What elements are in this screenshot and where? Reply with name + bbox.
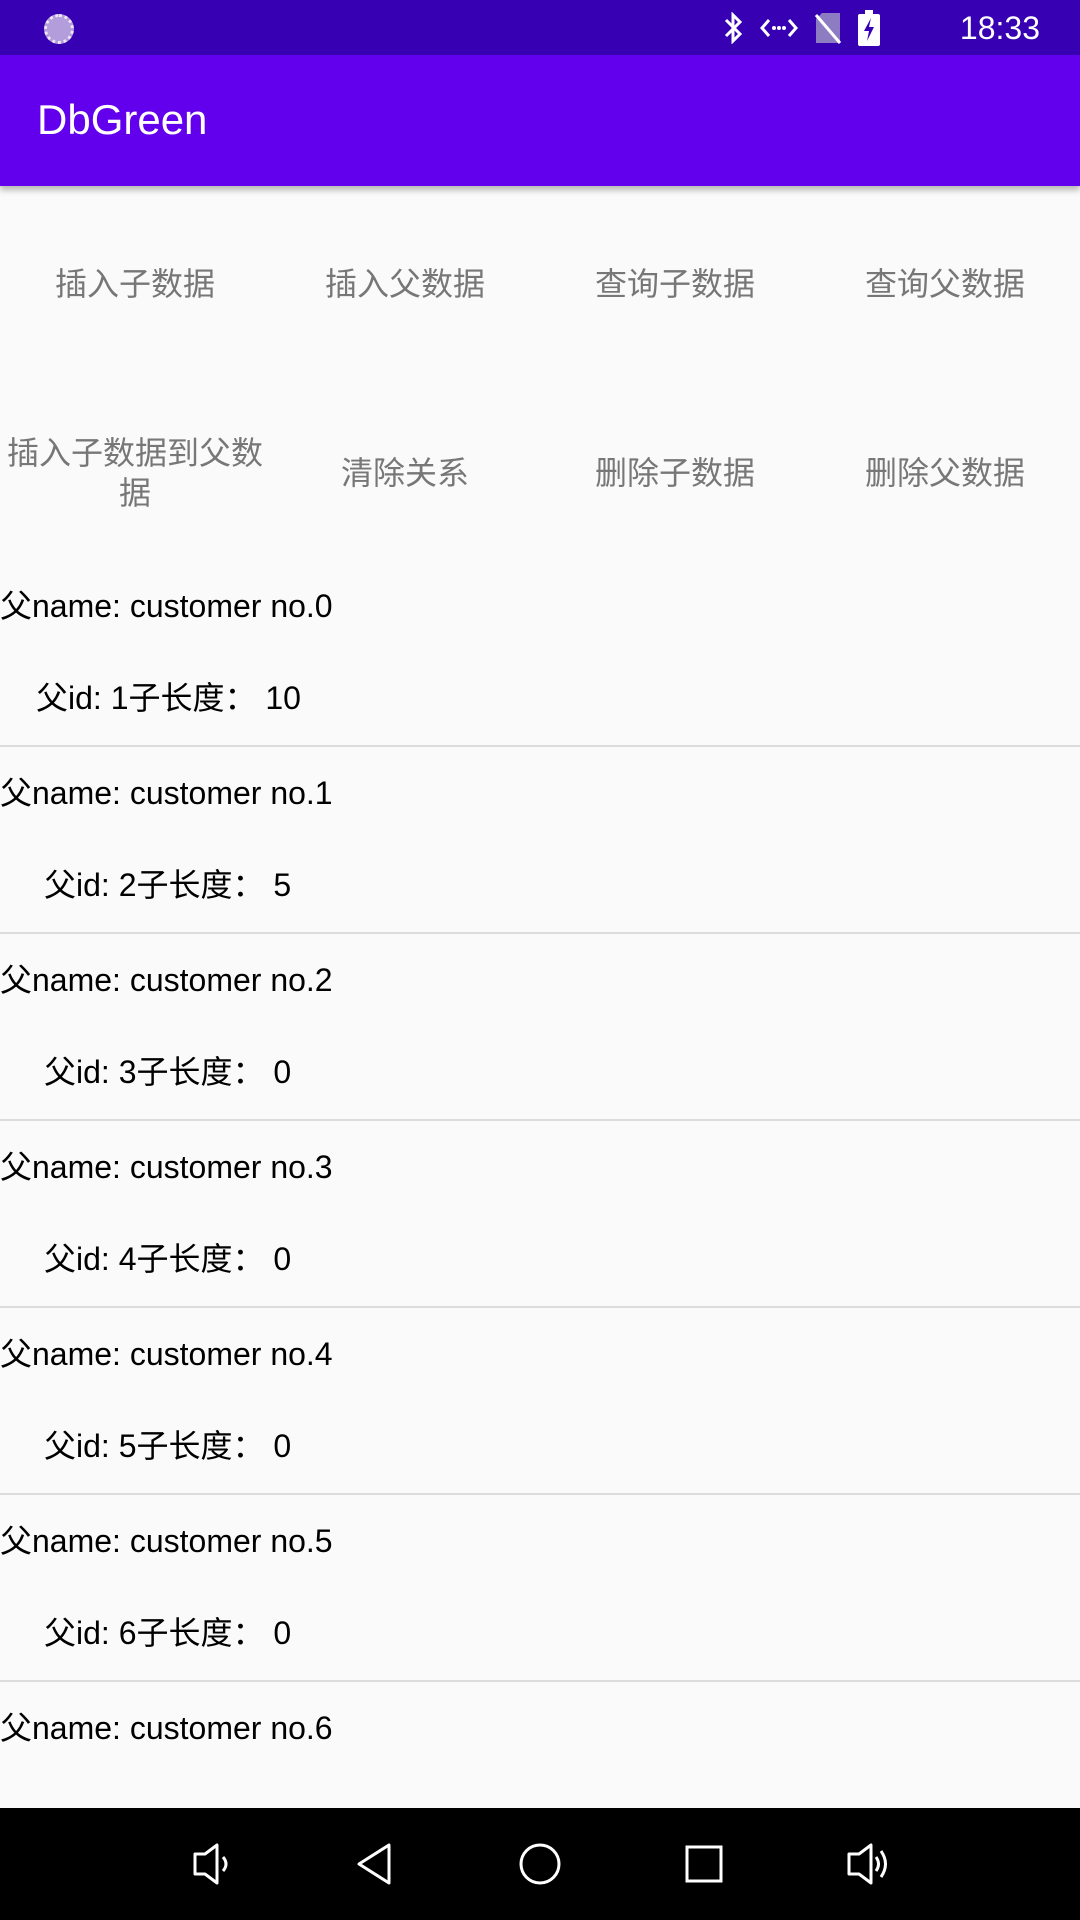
volume-up-icon[interactable]: [827, 1823, 909, 1905]
parent-info: 父id: 1子长度： 10: [36, 680, 301, 716]
volume-down-icon[interactable]: [171, 1823, 253, 1905]
status-icons: [722, 10, 880, 46]
button-row-2: 插入子数据到父数据 清除关系 删除子数据 删除父数据: [0, 372, 1080, 558]
list-item[interactable]: 父name: customer no.1 父id: 2子长度： 5: [0, 747, 1080, 934]
home-icon[interactable]: [499, 1823, 581, 1905]
button-grid: 插入子数据 插入父数据 查询子数据 查询父数据 插入子数据到父数据 清除关系 删…: [0, 186, 1080, 558]
list-item[interactable]: 父name: customer no.0 父id: 1子长度： 10: [0, 560, 1080, 747]
insert-child-to-parent-button[interactable]: 插入子数据到父数据: [0, 372, 270, 558]
status-bar: 18:33: [0, 0, 1080, 55]
query-child-button[interactable]: 查询子数据: [540, 186, 810, 372]
parent-name: 父name: customer no.3: [0, 1149, 333, 1185]
data-arrows-icon: [760, 16, 798, 40]
parent-info: 父id: 5子长度： 0: [44, 1428, 292, 1464]
recents-icon[interactable]: [663, 1823, 745, 1905]
parent-name: 父name: customer no.0: [0, 588, 333, 624]
bluetooth-icon: [722, 12, 744, 44]
clear-relation-button[interactable]: 清除关系: [270, 372, 540, 558]
parent-name: 父name: customer no.5: [0, 1523, 333, 1559]
status-time: 18:33: [959, 10, 1040, 46]
delete-parent-button[interactable]: 删除父数据: [810, 372, 1080, 558]
parent-name: 父name: customer no.6: [0, 1710, 333, 1746]
no-sim-icon: [814, 11, 842, 45]
app-title: DbGreen: [37, 96, 208, 143]
insert-parent-button[interactable]: 插入父数据: [270, 186, 540, 372]
parent-info: 父id: 3子长度： 0: [44, 1054, 292, 1090]
list-item[interactable]: 父name: customer no.2 父id: 3子长度： 0: [0, 934, 1080, 1121]
list-item[interactable]: 父name: customer no.3 父id: 4子长度： 0: [0, 1121, 1080, 1308]
list-item[interactable]: 父name: customer no.4 父id: 5子长度： 0: [0, 1308, 1080, 1495]
parent-info: 父id: 4子长度： 0: [44, 1241, 292, 1277]
query-parent-button[interactable]: 查询父数据: [810, 186, 1080, 372]
parent-name: 父name: customer no.4: [0, 1336, 333, 1372]
insert-child-button[interactable]: 插入子数据: [0, 186, 270, 372]
back-icon[interactable]: [335, 1823, 417, 1905]
button-row-1: 插入子数据 插入父数据 查询子数据 查询父数据: [0, 186, 1080, 372]
loading-icon: [44, 14, 74, 44]
delete-child-button[interactable]: 删除子数据: [540, 372, 810, 558]
parent-list[interactable]: 父name: customer no.0 父id: 1子长度： 10 父name…: [0, 560, 1080, 1869]
parent-info: 父id: 6子长度： 0: [44, 1615, 292, 1651]
app-bar: DbGreen: [0, 55, 1080, 186]
battery-charging-icon: [858, 10, 880, 46]
list-item[interactable]: 父name: customer no.5 父id: 6子长度： 0: [0, 1495, 1080, 1682]
parent-name: 父name: customer no.1: [0, 775, 333, 811]
navigation-bar: [0, 1808, 1080, 1920]
parent-info: 父id: 2子长度： 5: [44, 867, 292, 903]
parent-name: 父name: customer no.2: [0, 962, 333, 998]
